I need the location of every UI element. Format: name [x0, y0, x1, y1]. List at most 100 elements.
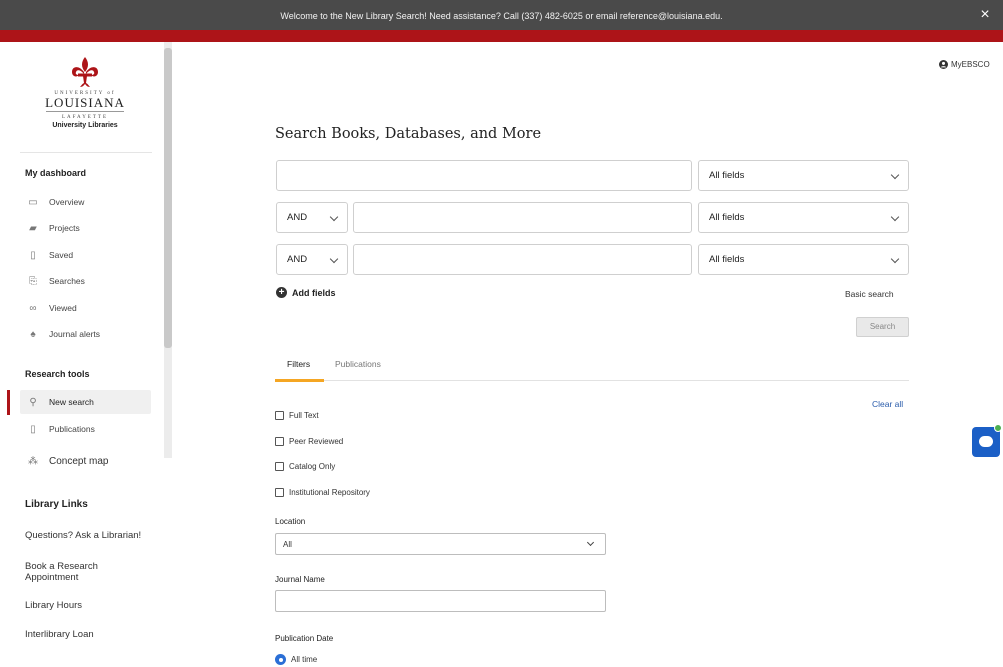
checkbox-box[interactable]	[275, 488, 284, 497]
location-label: Location	[275, 517, 306, 526]
chevron-down-icon	[890, 212, 900, 222]
chevron-down-icon	[890, 170, 900, 180]
sidebar-item-label: Overview	[49, 197, 85, 207]
library-link-ask-librarian[interactable]: Questions? Ask a Librarian!	[25, 530, 165, 541]
chat-icon	[979, 436, 993, 447]
checkbox-box[interactable]	[275, 462, 284, 471]
fleur-de-lis-icon	[70, 56, 100, 88]
announcement-banner: Welcome to the New Library Search! Need …	[0, 0, 1003, 30]
user-icon	[939, 60, 948, 69]
journal-name-input[interactable]	[275, 590, 606, 612]
sidebar-scrollbar-thumb[interactable]	[164, 48, 172, 348]
field-select-label: All fields	[709, 254, 745, 265]
field-select-2[interactable]: All fields	[698, 202, 909, 233]
journal-name-label: Journal Name	[275, 575, 325, 584]
sidebar-item-label: Saved	[49, 250, 74, 260]
add-fields-label: Add fields	[292, 287, 336, 298]
library-links-heading: Library Links	[25, 499, 88, 510]
logo-lafayette: LAFAYETTE	[61, 115, 109, 120]
sidebar-item-journal-alerts[interactable]: ♠ Journal alerts	[20, 322, 151, 346]
publications-icon: ▯	[30, 423, 36, 435]
sidebar-divider	[20, 152, 152, 153]
clear-all-link[interactable]: Clear all	[872, 399, 903, 409]
checkbox-peer-reviewed[interactable]: Peer Reviewed	[275, 437, 343, 446]
banner-text: Welcome to the New Library Search! Need …	[280, 11, 723, 21]
tab-filters[interactable]: Filters	[287, 359, 310, 369]
sidebar-item-new-search[interactable]: ⚲ New search	[20, 390, 151, 414]
close-icon[interactable]: ×	[977, 5, 993, 25]
myebsco-button[interactable]: MyEBSCO	[939, 60, 990, 69]
sidebar-item-saved[interactable]: ▯ Saved	[20, 243, 151, 267]
checkbox-full-text[interactable]: Full Text	[275, 411, 319, 420]
search-input-1[interactable]	[276, 160, 692, 191]
sidebar-item-concept-map[interactable]: ⁂ Concept map	[20, 449, 151, 473]
active-tab-indicator	[275, 379, 324, 382]
search-input-2[interactable]	[353, 202, 692, 233]
location-value: All	[283, 540, 292, 549]
field-select-label: All fields	[709, 212, 745, 223]
viewed-icon: ∞	[29, 302, 37, 314]
search-button[interactable]: Search	[856, 317, 909, 337]
sidebar-item-label: Concept map	[49, 455, 109, 467]
publication-date-label: Publication Date	[275, 634, 334, 643]
checkbox-label: Catalog Only	[289, 462, 336, 471]
radio-all-time[interactable]: All time	[275, 654, 317, 665]
sidebar-item-projects[interactable]: ▰ Projects	[20, 216, 151, 240]
radio-label: All time	[291, 655, 318, 664]
dashboard-heading: My dashboard	[25, 168, 87, 178]
saved-icon: ▯	[30, 249, 36, 261]
chevron-down-icon	[329, 254, 339, 264]
sidebar-item-viewed[interactable]: ∞ Viewed	[20, 296, 151, 320]
sidebar-item-label: Projects	[49, 223, 80, 233]
operator-select-2[interactable]: AND	[276, 202, 348, 233]
chevron-down-icon	[329, 212, 339, 222]
online-status-badge	[994, 424, 1002, 432]
library-link-interlibrary-loan[interactable]: Interlibrary Loan	[25, 629, 165, 640]
chat-button[interactable]	[972, 424, 1002, 457]
field-select-label: All fields	[709, 170, 745, 181]
projects-icon: ▰	[29, 222, 37, 234]
myebsco-label: MyEBSCO	[951, 60, 990, 69]
search-input-3[interactable]	[353, 244, 692, 275]
basic-search-link[interactable]: Basic search	[845, 289, 894, 299]
page-title: Search Books, Databases, and More	[275, 126, 542, 142]
tab-publications[interactable]: Publications	[335, 359, 381, 369]
searches-icon: ⎘	[29, 275, 37, 287]
field-select-3[interactable]: All fields	[698, 244, 909, 275]
concept-map-icon: ⁂	[28, 455, 38, 467]
library-link-hours[interactable]: Library Hours	[25, 600, 165, 611]
sidebar-item-label: Viewed	[49, 303, 77, 313]
logo-rule	[46, 111, 124, 112]
sidebar-item-label: Searches	[49, 276, 85, 286]
active-indicator	[7, 390, 10, 415]
location-select[interactable]: All	[275, 533, 606, 555]
brand-stripe	[0, 30, 1003, 42]
sidebar-item-searches[interactable]: ⎘ Searches	[20, 269, 151, 293]
sidebar-item-label: Publications	[49, 424, 95, 434]
field-select-1[interactable]: All fields	[698, 160, 909, 191]
checkbox-box[interactable]	[275, 411, 284, 420]
sidebar-item-label: Journal alerts	[49, 329, 101, 339]
plus-circle-icon: +	[276, 287, 287, 298]
research-tools-heading: Research tools	[25, 369, 90, 379]
checkbox-catalog-only[interactable]: Catalog Only	[275, 462, 335, 471]
logo-subtitle: University Libraries	[52, 122, 118, 129]
operator-select-3[interactable]: AND	[276, 244, 348, 275]
checkbox-box[interactable]	[275, 437, 284, 446]
bell-icon: ♠	[30, 328, 36, 340]
operator-label: AND	[287, 254, 308, 265]
checkbox-label: Institutional Repository	[289, 488, 370, 497]
sidebar-item-label: New search	[49, 397, 94, 407]
operator-label: AND	[287, 212, 308, 223]
university-logo[interactable]: UNIVERSITY of LOUISIANA LAFAYETTE Univer…	[20, 56, 150, 129]
sidebar-item-overview[interactable]: ▭ Overview	[20, 190, 151, 214]
library-link-research-appointment[interactable]: Book a Research Appointment	[25, 561, 125, 583]
overview-icon: ▭	[28, 196, 38, 208]
tabs-divider	[275, 380, 909, 381]
add-fields-button[interactable]: + Add fields	[276, 287, 336, 298]
sidebar-item-publications[interactable]: ▯ Publications	[20, 417, 151, 441]
chevron-down-icon	[586, 538, 595, 547]
checkbox-institutional-repository[interactable]: Institutional Repository	[275, 488, 370, 497]
checkbox-label: Full Text	[289, 411, 319, 420]
radio-selected-icon[interactable]	[275, 654, 286, 665]
